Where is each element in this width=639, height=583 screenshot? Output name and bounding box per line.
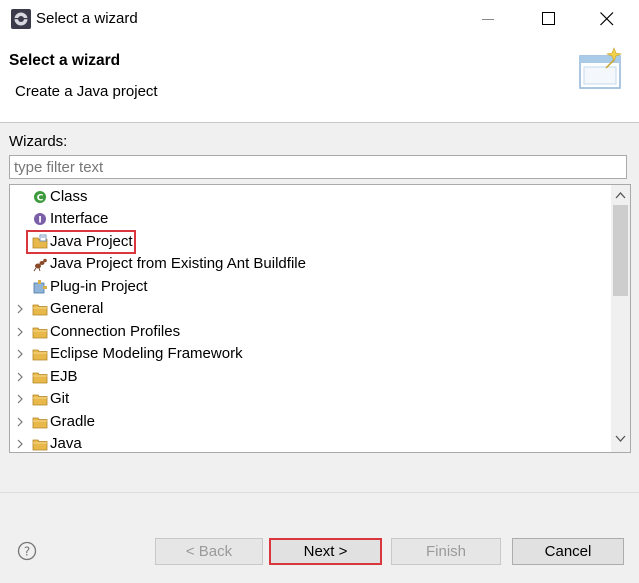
tree-item-label: Java <box>50 435 82 452</box>
scroll-up-icon[interactable] <box>615 191 626 199</box>
folder-icon <box>32 394 48 406</box>
folder-icon <box>32 417 48 429</box>
folder-icon <box>32 439 48 451</box>
tree-item-class[interactable]: C Class <box>10 186 610 208</box>
svg-text:I: I <box>38 216 41 226</box>
eclipse-app-icon <box>11 9 31 29</box>
chevron-right-icon[interactable] <box>16 371 24 383</box>
banner-title: Select a wizard <box>9 52 121 69</box>
scroll-down-icon[interactable] <box>615 435 626 443</box>
cancel-button[interactable]: Cancel <box>512 538 624 565</box>
banner-description: Create a Java project <box>15 83 158 100</box>
wizards-label: Wizards: <box>9 133 68 150</box>
selection-highlight-box <box>26 230 136 254</box>
tree-item-interface[interactable]: I Interface <box>10 208 610 230</box>
tree-item-label: Gradle <box>50 413 96 430</box>
minimize-button[interactable] <box>466 4 512 34</box>
tree-item-label: Class <box>50 188 88 205</box>
ant-icon <box>33 258 47 272</box>
tree-item-label: EJB <box>50 368 78 385</box>
chevron-right-icon[interactable] <box>16 438 24 450</box>
tree-item-general[interactable]: General <box>10 298 610 320</box>
tree-item-label: Java Project from Existing Ant Buildfile <box>50 255 306 272</box>
tree-item-gradle[interactable]: Gradle <box>10 411 610 433</box>
wizard-banner-icon <box>579 47 623 89</box>
tree-item-label: Git <box>50 390 70 407</box>
tree-item-ejb[interactable]: EJB <box>10 366 610 388</box>
tree-scrollbar[interactable] <box>611 185 630 452</box>
tree-item-plugin-project[interactable]: Plug-in Project <box>10 276 610 298</box>
maximize-button[interactable] <box>526 4 572 34</box>
window-title: Select a wizard <box>36 10 138 27</box>
tree-item-java[interactable]: Java <box>10 433 610 452</box>
tree-item-connection-profiles[interactable]: Connection Profiles <box>10 321 610 343</box>
folder-icon <box>32 304 48 316</box>
minimize-icon <box>482 19 494 20</box>
close-button[interactable] <box>584 4 630 34</box>
chevron-right-icon[interactable] <box>16 393 24 405</box>
svg-text:C: C <box>37 194 44 204</box>
tree-item-git[interactable]: Git <box>10 388 610 410</box>
next-button[interactable]: Next > <box>269 538 382 565</box>
maximize-icon <box>542 12 555 25</box>
chevron-right-icon[interactable] <box>16 326 24 338</box>
tree-item-label: General <box>50 300 104 317</box>
filter-input[interactable] <box>9 155 627 179</box>
class-icon: C <box>34 191 46 204</box>
folder-icon <box>32 349 48 361</box>
folder-icon <box>32 372 48 384</box>
svg-text:?: ? <box>24 545 30 559</box>
tree-item-label: Plug-in Project <box>50 278 148 295</box>
plugin-icon <box>33 280 47 294</box>
back-button[interactable]: < Back <box>155 538 263 565</box>
tree-item-ant-buildfile[interactable]: Java Project from Existing Ant Buildfile <box>10 253 610 275</box>
footer-separator <box>0 492 639 493</box>
wizard-banner: Select a wizard Create a Java project <box>0 38 639 123</box>
interface-icon: I <box>34 213 46 226</box>
tree-item-emf[interactable]: Eclipse Modeling Framework <box>10 343 610 365</box>
wizard-tree[interactable]: C Class I Interface Java Project Java Pr… <box>9 184 631 453</box>
folder-icon <box>32 327 48 339</box>
finish-button[interactable]: Finish <box>391 538 501 565</box>
help-icon[interactable]: ? <box>17 541 37 561</box>
scrollbar-thumb[interactable] <box>613 205 628 296</box>
tree-item-label: Connection Profiles <box>50 323 181 340</box>
tree-item-label: Interface <box>50 210 109 227</box>
tree-item-label: Eclipse Modeling Framework <box>50 345 243 362</box>
chevron-right-icon[interactable] <box>16 348 24 360</box>
title-bar: Select a wizard <box>0 0 639 38</box>
chevron-right-icon[interactable] <box>16 303 24 315</box>
chevron-right-icon[interactable] <box>16 416 24 428</box>
close-icon <box>600 12 614 26</box>
